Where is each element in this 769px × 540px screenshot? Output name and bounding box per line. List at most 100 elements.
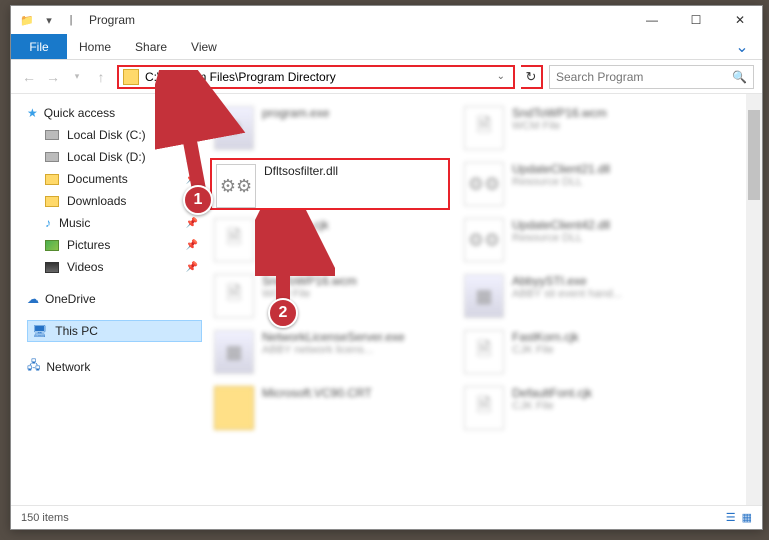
sidebar-item-documents[interactable]: Documents📌 [27, 168, 202, 190]
pictures-icon [45, 240, 59, 251]
body: ★Quick access Local Disk (C:)📌 Local Dis… [11, 94, 762, 505]
maximize-button[interactable]: ☐ [674, 6, 718, 34]
close-button[interactable]: ✕ [718, 6, 762, 34]
up-button[interactable]: ↑ [91, 67, 111, 87]
search-box[interactable]: 🔍 [549, 65, 754, 89]
sidebar-item-downloads[interactable]: Downloads📌 [27, 190, 202, 212]
explorer-window: 📁 ▾ | Program — ☐ ✕ File Home Share View… [10, 5, 763, 530]
sidebar-item-music[interactable]: ♪Music📌 [27, 212, 202, 234]
videos-icon [45, 262, 59, 273]
ribbon-expand-button[interactable]: ⌄ [722, 34, 762, 59]
window-title: Program [89, 13, 135, 27]
exe-icon: ▦ [214, 330, 254, 374]
file-tab[interactable]: File [11, 34, 67, 59]
dll-icon: ⚙⚙ [464, 162, 504, 206]
file-item[interactable]: 🗎SndToWP16.wcmWCM File [460, 102, 700, 154]
file-item[interactable]: 🗎FastKorn.cjkCJK File [460, 326, 700, 378]
folder-icon [214, 386, 254, 430]
star-icon: ★ [27, 106, 38, 120]
cloud-icon: ☁ [27, 292, 39, 306]
window-controls: — ☐ ✕ [630, 6, 762, 34]
quick-access-group: ★Quick access Local Disk (C:)📌 Local Dis… [27, 106, 202, 278]
onedrive-group: ☁OneDrive [27, 292, 202, 306]
address-bar[interactable]: ⌄ [117, 65, 515, 89]
navigation-bar: ← → ▾ ↑ ⌄ ↻ 🔍 [11, 60, 762, 94]
sidebar-item-this-pc[interactable]: 🖥This PC [27, 320, 202, 342]
sidebar-item-pictures[interactable]: Pictures📌 [27, 234, 202, 256]
file-icon: 🗎 [464, 330, 504, 374]
pin-icon: 📌 [186, 130, 198, 141]
dropdown-icon[interactable]: ▾ [39, 10, 59, 30]
file-item[interactable]: 🗎DefaultFont.cjkCJK File [460, 382, 700, 434]
network-group: 🖧Network [27, 356, 202, 377]
item-count: 150 items [21, 512, 69, 524]
details-view-icon[interactable]: ☰ [726, 511, 736, 524]
forward-button[interactable]: → [43, 67, 63, 87]
pin-icon: 📌 [186, 152, 198, 163]
share-tab[interactable]: Share [123, 34, 179, 59]
file-grid: ⚙program.exe 🗎SndToWP16.wcmWCM File ⚙⚙Df… [210, 102, 758, 434]
search-input[interactable] [556, 70, 732, 84]
sidebar-item-local-disk-d[interactable]: Local Disk (D:)📌 [27, 146, 202, 168]
file-item[interactable]: ⚙⚙UpdateClient42.dllResource DLL [460, 214, 700, 266]
pin-icon: 📌 [186, 174, 198, 185]
quick-access-header[interactable]: ★Quick access [27, 106, 202, 120]
network-icon: 🖧 [27, 356, 40, 377]
scrollbar-thumb[interactable] [748, 110, 760, 200]
disk-icon [45, 152, 59, 162]
ribbon: File Home Share View ⌄ [11, 34, 762, 60]
icons-view-icon[interactable]: ▦ [742, 511, 752, 524]
view-mode-buttons: ☰ ▦ [726, 511, 752, 524]
file-item[interactable]: ▦AbbyySTI.exeABBY sti event hand... [460, 270, 700, 322]
dll-icon: ⚙⚙ [216, 164, 256, 208]
refresh-button[interactable]: ↻ [521, 65, 543, 89]
file-item[interactable]: ⚙⚙UpdateClient21.dllResource DLL [460, 158, 700, 210]
navigation-pane: ★Quick access Local Disk (C:)📌 Local Dis… [11, 94, 206, 505]
file-item[interactable]: 🗎SndToWP16.wcmWCM File [210, 270, 450, 322]
dll-icon: ⚙⚙ [464, 218, 504, 262]
file-item[interactable]: 🗎FastKorn.cjkCJK File [210, 214, 450, 266]
sidebar-item-videos[interactable]: Videos📌 [27, 256, 202, 278]
file-item[interactable]: ▦NetworkLicenseServer.exeABBY network li… [210, 326, 450, 378]
pin-icon: 📌 [186, 218, 198, 229]
file-item[interactable]: Microsoft.VC90.CRT [210, 382, 450, 434]
home-tab[interactable]: Home [67, 34, 123, 59]
folder-icon: 📁 [17, 10, 37, 30]
sidebar-item-network[interactable]: 🖧Network [27, 356, 202, 377]
chevron-down-icon[interactable]: ⌄ [497, 71, 505, 82]
divider-icon: | [61, 10, 81, 30]
file-item[interactable]: ⚙program.exe [210, 102, 450, 154]
address-input[interactable] [145, 70, 491, 84]
back-button[interactable]: ← [19, 67, 39, 87]
minimize-button[interactable]: — [630, 6, 674, 34]
file-icon: 🗎 [464, 106, 504, 150]
nav-arrows: ← → ▾ ↑ [19, 67, 111, 87]
pin-icon: 📌 [186, 262, 198, 273]
sidebar-item-onedrive[interactable]: ☁OneDrive [27, 292, 202, 306]
file-item-highlighted[interactable]: ⚙⚙Dfltsosfilter.dll [210, 158, 450, 210]
folder-icon [123, 69, 139, 85]
exe-icon: ⚙ [214, 106, 254, 150]
music-icon: ♪ [45, 216, 51, 230]
status-bar: 150 items ☰ ▦ [11, 505, 762, 529]
sidebar-item-local-disk-c[interactable]: Local Disk (C:)📌 [27, 124, 202, 146]
titlebar: 📁 ▾ | Program — ☐ ✕ [11, 6, 762, 34]
pc-icon: 🖥 [32, 324, 47, 338]
recent-dropdown[interactable]: ▾ [67, 67, 87, 87]
folder-icon [45, 196, 59, 207]
vertical-scrollbar[interactable] [746, 94, 762, 505]
file-icon: 🗎 [464, 386, 504, 430]
search-icon: 🔍 [732, 70, 747, 84]
disk-icon [45, 130, 59, 140]
file-list-pane: ⚙program.exe 🗎SndToWP16.wcmWCM File ⚙⚙Df… [206, 94, 762, 505]
file-icon: 🗎 [214, 274, 254, 318]
pin-icon: 📌 [186, 240, 198, 251]
quick-access-toolbar: 📁 ▾ | [17, 10, 81, 30]
folder-icon [45, 174, 59, 185]
chevron-down-icon: ⌄ [735, 37, 748, 57]
exe-icon: ▦ [464, 274, 504, 318]
file-icon: 🗎 [214, 218, 254, 262]
pin-icon: 📌 [186, 196, 198, 207]
view-tab[interactable]: View [179, 34, 229, 59]
thispc-group: 🖥This PC [27, 320, 202, 342]
